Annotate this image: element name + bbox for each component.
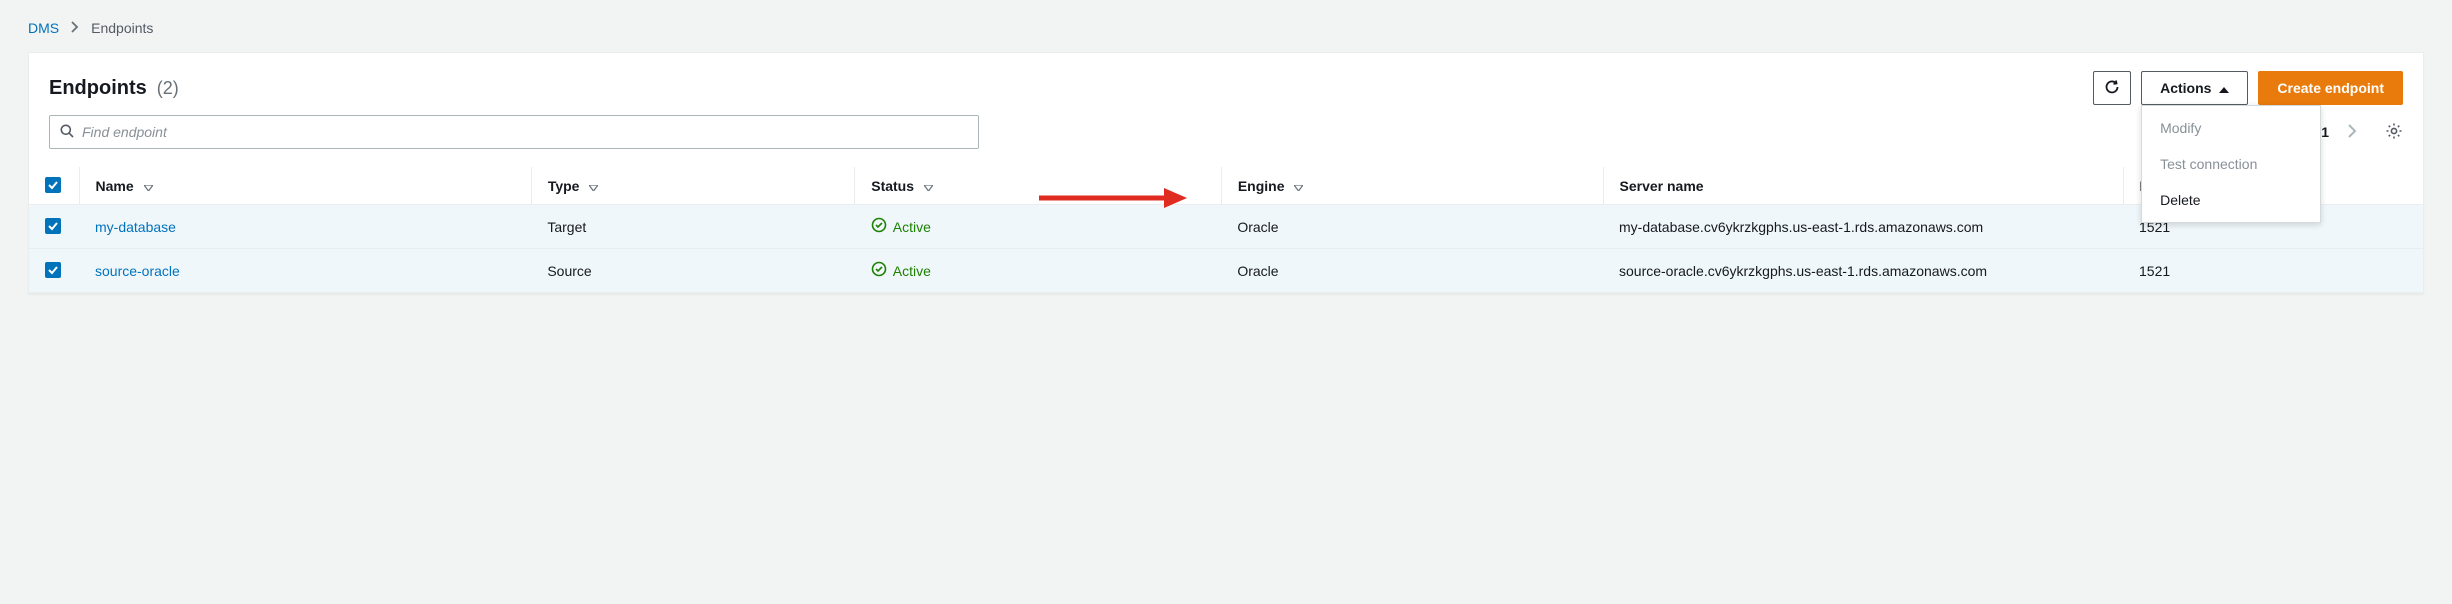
endpoints-panel: Endpoints (2) Actions Modify Test connec… [28, 52, 2424, 294]
refresh-button[interactable] [2093, 71, 2131, 105]
row-checkbox[interactable] [45, 262, 61, 278]
page-title: Endpoints [49, 77, 147, 100]
sort-icon [589, 178, 598, 194]
cell-engine: Oracle [1221, 205, 1603, 249]
endpoint-name-link[interactable]: source-oracle [95, 263, 180, 279]
item-count: (2) [157, 78, 179, 99]
row-checkbox[interactable] [45, 218, 61, 234]
breadcrumb: DMS Endpoints [28, 20, 2424, 36]
cell-engine: Oracle [1221, 249, 1603, 293]
col-name[interactable]: Name [96, 178, 134, 194]
search-icon [60, 124, 74, 141]
col-engine[interactable]: Engine [1238, 178, 1285, 194]
search-box[interactable] [49, 115, 979, 149]
col-type[interactable]: Type [548, 178, 580, 194]
gear-icon [2385, 127, 2403, 143]
endpoint-name-link[interactable]: my-database [95, 219, 176, 235]
col-status[interactable]: Status [871, 178, 914, 194]
menu-item-modify[interactable]: Modify [2142, 110, 2320, 146]
menu-item-delete[interactable]: Delete [2142, 182, 2320, 218]
breadcrumb-root[interactable]: DMS [28, 20, 59, 36]
cell-server: my-database.cv6ykrzkgphs.us-east-1.rds.a… [1603, 205, 2123, 249]
page-next[interactable] [2347, 123, 2357, 142]
actions-button[interactable]: Actions [2141, 71, 2248, 105]
create-endpoint-button[interactable]: Create endpoint [2258, 71, 2403, 105]
sort-icon [144, 178, 153, 194]
status-badge: Active [871, 217, 931, 236]
table-row[interactable]: my-database Target Active Oracle my-data… [29, 205, 2423, 249]
status-text: Active [893, 219, 931, 235]
endpoints-table: Name Type Status Engine [29, 167, 2423, 293]
breadcrumb-current: Endpoints [91, 20, 153, 36]
cell-server: source-oracle.cv6ykrzkgphs.us-east-1.rds… [1603, 249, 2123, 293]
actions-label: Actions [2160, 80, 2211, 96]
chevron-right-icon [71, 21, 79, 36]
settings-button[interactable] [2385, 122, 2403, 143]
col-server[interactable]: Server name [1620, 178, 1704, 194]
menu-item-test-connection[interactable]: Test connection [2142, 146, 2320, 182]
status-text: Active [893, 263, 931, 279]
page-number: 1 [2321, 124, 2329, 140]
cell-port: 1521 [2123, 249, 2423, 293]
status-badge: Active [871, 261, 931, 280]
search-input[interactable] [82, 124, 968, 140]
caret-up-icon [2219, 80, 2229, 96]
select-all-checkbox[interactable] [45, 177, 61, 193]
cell-type: Target [531, 205, 854, 249]
cell-type: Source [531, 249, 854, 293]
check-circle-icon [871, 217, 887, 236]
sort-icon [1294, 178, 1303, 194]
refresh-icon [2104, 79, 2120, 98]
sort-icon [924, 178, 933, 194]
actions-menu: Modify Test connection Delete [2141, 105, 2321, 223]
create-endpoint-label: Create endpoint [2277, 80, 2384, 96]
check-circle-icon [871, 261, 887, 280]
table-row[interactable]: source-oracle Source Active Oracle sourc… [29, 249, 2423, 293]
